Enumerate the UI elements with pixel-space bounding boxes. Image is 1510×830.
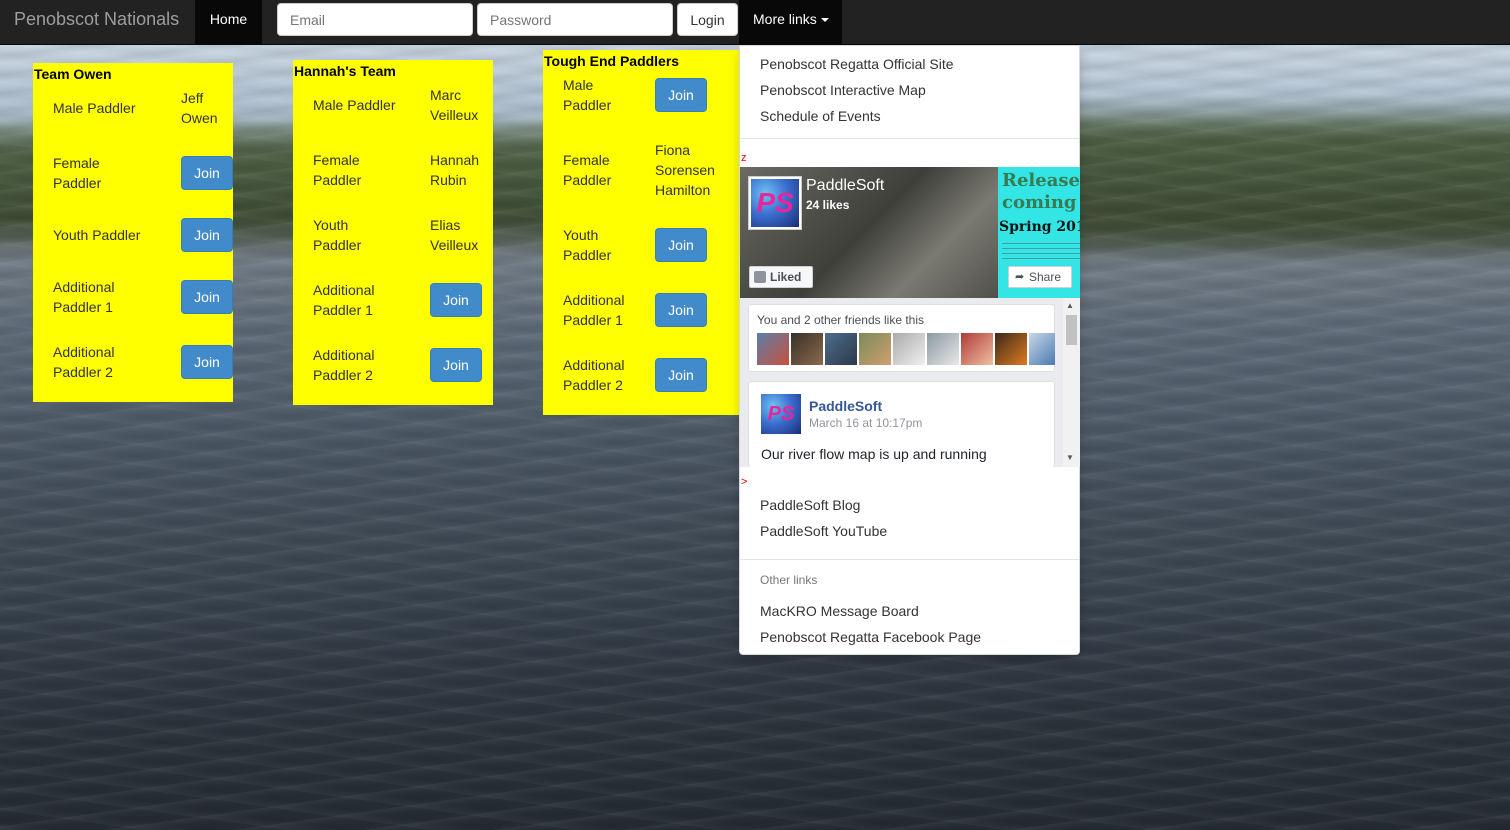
team-card-tough-end: Tough End Paddlers Male Paddler Join Fem… — [543, 50, 739, 415]
link-paddlesoft-youtube[interactable]: PaddleSoft YouTube — [760, 523, 887, 539]
top-navbar: Penobscot Nationals Home Login More link… — [0, 0, 1510, 45]
link-schedule-of-events[interactable]: Schedule of Events — [760, 108, 881, 124]
facebook-share-button[interactable]: ➦ Share — [1008, 266, 1072, 288]
join-button-additional-1[interactable]: Join — [181, 280, 233, 314]
join-button-additional-2[interactable]: Join — [430, 348, 482, 382]
stray-text-gt: > — [741, 476, 748, 488]
friend-avatar[interactable] — [961, 333, 993, 365]
stray-text-z: z — [741, 152, 747, 164]
facebook-liked-button[interactable]: Liked — [749, 266, 813, 288]
join-button-additional-2[interactable]: Join — [181, 345, 233, 379]
slot-label-additional-2: Additional Paddler 2 — [53, 344, 115, 380]
slot-label-youth: Youth Paddler — [313, 217, 362, 253]
join-button-additional-2[interactable]: Join — [655, 358, 707, 392]
paddlesoft-logo-icon: PS — [761, 394, 801, 434]
friend-avatar[interactable] — [927, 333, 959, 365]
friend-avatar[interactable] — [995, 333, 1027, 365]
slot-label-female: Female Paddler — [563, 152, 612, 188]
join-button-male[interactable]: Join — [655, 78, 707, 112]
menu-divider — [740, 138, 1079, 139]
slot-label-additional-1: Additional Paddler 1 — [313, 282, 375, 318]
slot-name-male: Marc Veilleux — [430, 87, 479, 123]
paddlesoft-logo-icon: PS — [751, 179, 799, 227]
promo-fine-print — [1002, 243, 1080, 263]
slot-label-youth: Youth Paddler — [53, 227, 141, 243]
friend-avatar[interactable] — [825, 333, 857, 365]
facebook-feed-scrollbar[interactable]: ▲ ▼ — [1063, 298, 1080, 467]
post-text: Our river flow map is up and running — [761, 446, 987, 462]
slot-label-female: Female Paddler — [53, 155, 102, 191]
slot-label-male: Male Paddler — [563, 77, 612, 113]
slot-label-youth: Youth Paddler — [563, 227, 612, 263]
slot-name-female: Hannah Rubin — [430, 152, 480, 188]
slot-label-male: Male Paddler — [313, 97, 396, 113]
slot-label-additional-1: Additional Paddler 1 — [563, 292, 625, 328]
scroll-up-icon[interactable]: ▲ — [1066, 301, 1074, 310]
team-card-hannah: Hannah's Team Male Paddler Marc Veilleux… — [293, 60, 493, 405]
friend-avatar[interactable] — [757, 333, 789, 365]
slot-label-female: Female Paddler — [313, 152, 362, 188]
link-mackro-message-board[interactable]: MacKRO Message Board — [760, 603, 919, 619]
link-paddlesoft-blog[interactable]: PaddleSoft Blog — [760, 497, 860, 513]
password-input[interactable] — [477, 3, 673, 36]
post-author-avatar[interactable]: PS — [761, 394, 801, 434]
slot-name-female: Fiona Sorensen Hamilton — [655, 142, 715, 198]
link-regatta-official-site[interactable]: Penobscot Regatta Official Site — [760, 56, 954, 72]
facebook-friends-box: You and 2 other friends like this — [748, 304, 1055, 372]
team-title: Tough End Paddlers — [544, 53, 680, 69]
menu-divider — [740, 559, 1079, 560]
slot-label-male: Male Paddler — [53, 100, 136, 116]
facebook-likes-count: 24 likes — [806, 198, 850, 212]
team-title: Hannah's Team — [294, 63, 396, 79]
email-input[interactable] — [277, 3, 473, 36]
promo-line-3: Spring 2016 — [999, 219, 1080, 235]
slot-label-additional-2: Additional Paddler 2 — [563, 357, 625, 393]
scrollbar-thumb[interactable] — [1066, 315, 1077, 345]
friends-like-text: You and 2 other friends like this — [757, 313, 924, 327]
team-card-owen: Team Owen Male Paddler Jeff Owen Female … — [33, 63, 233, 402]
friend-avatar[interactable] — [893, 333, 925, 365]
slot-label-additional-2: Additional Paddler 2 — [313, 347, 375, 383]
join-button-additional-1[interactable]: Join — [430, 283, 482, 317]
more-links-dropdown-menu: Penobscot Regatta Official Site Penobsco… — [739, 45, 1080, 655]
slot-name-youth: Elias Veilleux — [430, 217, 479, 253]
team-title: Team Owen — [34, 66, 112, 82]
friend-avatar[interactable] — [859, 333, 891, 365]
liked-label: Liked — [770, 270, 802, 284]
join-button-additional-1[interactable]: Join — [655, 293, 707, 327]
slot-label-additional-1: Additional Paddler 1 — [53, 279, 115, 315]
post-date[interactable]: March 16 at 10:17pm — [809, 416, 922, 430]
share-label: Share — [1029, 270, 1062, 284]
facebook-icon — [754, 271, 766, 283]
more-links-dropdown-toggle[interactable]: More links — [739, 0, 842, 45]
post-author-name[interactable]: PaddleSoft — [809, 398, 882, 414]
brand-link[interactable]: Penobscot Nationals — [14, 9, 179, 30]
other-links-header: Other links — [760, 573, 818, 587]
promo-line-1: Release — [1002, 170, 1080, 191]
facebook-post: PS PaddleSoft March 16 at 10:17pm Our ri… — [748, 381, 1055, 467]
slot-name-male: Jeff Owen — [181, 90, 218, 126]
join-button-youth[interactable]: Join — [181, 218, 233, 252]
join-button-youth[interactable]: Join — [655, 228, 707, 262]
share-arrow-icon: ➦ — [1015, 271, 1025, 283]
join-button-female[interactable]: Join — [181, 156, 233, 190]
facebook-page-logo[interactable]: PS — [748, 176, 802, 230]
promo-line-2: coming — [1002, 192, 1077, 213]
login-button[interactable]: Login — [677, 3, 738, 36]
link-interactive-map[interactable]: Penobscot Interactive Map — [760, 82, 926, 98]
friend-avatar[interactable] — [1029, 333, 1055, 365]
caret-down-icon — [820, 18, 829, 23]
more-links-label: More links — [753, 11, 817, 27]
scroll-down-icon[interactable]: ▼ — [1066, 453, 1074, 462]
link-regatta-facebook-page[interactable]: Penobscot Regatta Facebook Page — [760, 629, 981, 645]
facebook-page-name[interactable]: PaddleSoft — [806, 177, 884, 195]
nav-home-link[interactable]: Home — [195, 0, 262, 45]
friend-avatar[interactable] — [791, 333, 823, 365]
facebook-page-widget: Release coming Spring 2016 PS PaddleSoft… — [740, 167, 1080, 467]
